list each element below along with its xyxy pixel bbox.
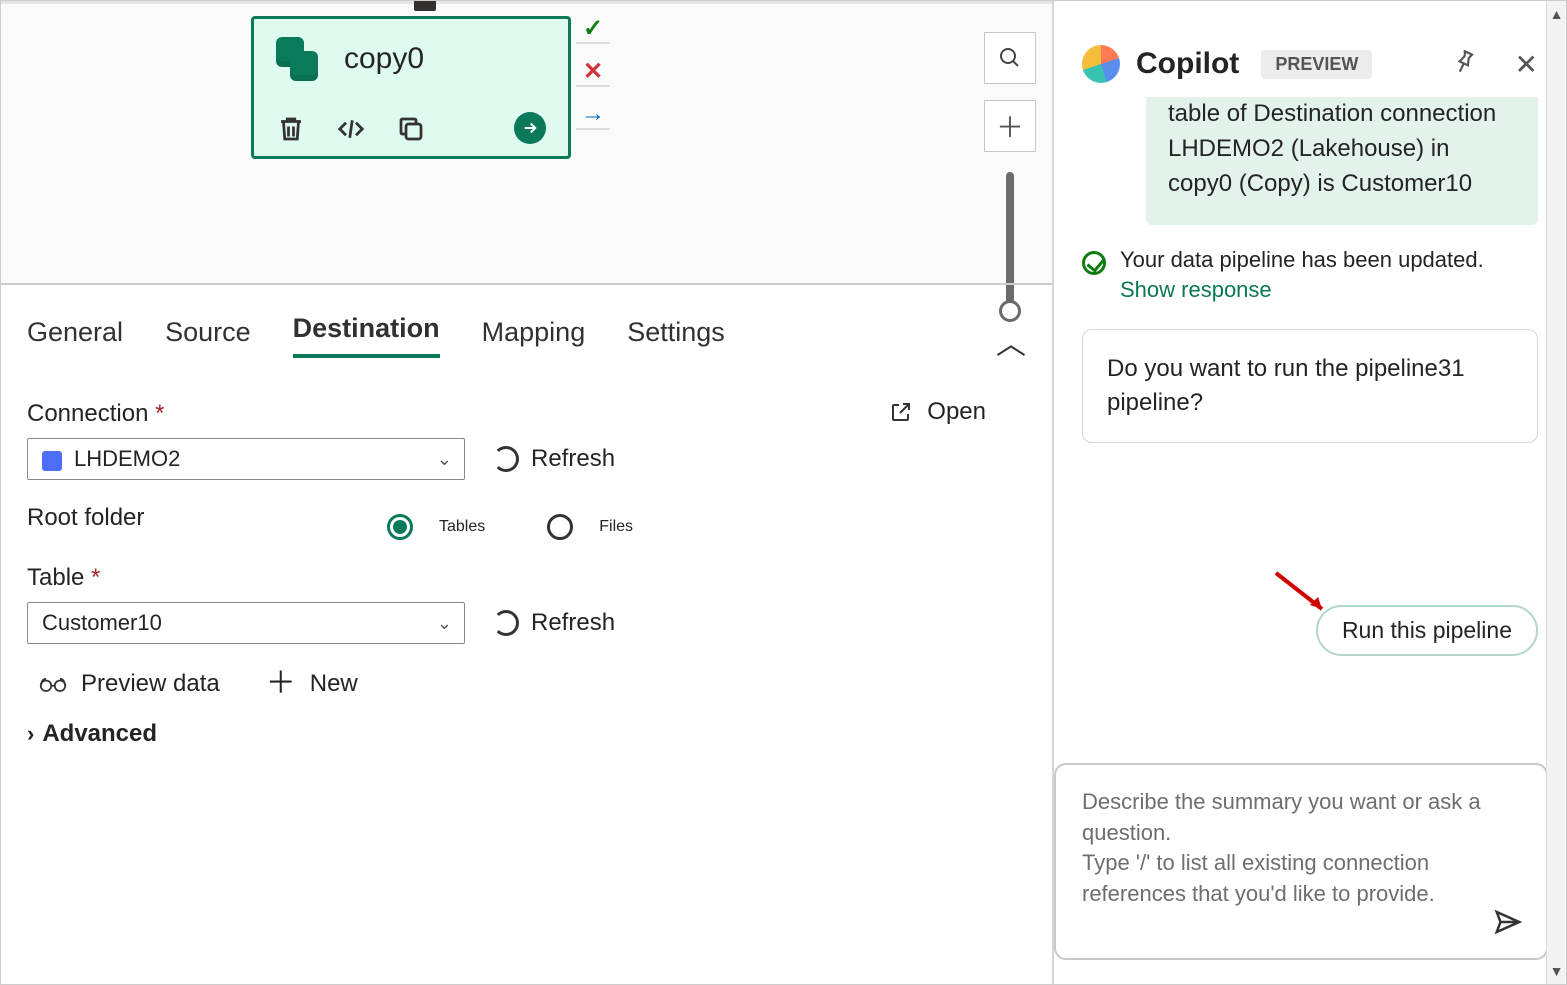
copilot-input[interactable]: Describe the summary you want or ask a q… (1054, 763, 1548, 960)
status-skip-icon[interactable]: → (576, 100, 610, 130)
connection-refresh-link[interactable]: Refresh (493, 445, 615, 473)
status-fail-icon[interactable]: ✕ (576, 57, 610, 87)
search-icon[interactable] (984, 32, 1036, 84)
add-activity-button[interactable]: ＋ (984, 100, 1036, 152)
run-pipeline-button[interactable]: Run this pipeline (1316, 605, 1538, 656)
preview-data-link[interactable]: Preview data (39, 670, 220, 698)
pin-icon[interactable] (1451, 48, 1477, 81)
advanced-toggle[interactable]: › Advanced (27, 720, 1026, 748)
tab-mapping[interactable]: Mapping (482, 317, 586, 358)
refresh-icon (493, 446, 519, 472)
activity-title: copy0 (344, 42, 424, 76)
copilot-response-block: table of Destination connection LHDEMO2 … (1146, 97, 1538, 225)
copy-activity-card[interactable]: copy0 (251, 16, 571, 159)
show-response-link[interactable]: Show response (1120, 277, 1484, 303)
new-table-link[interactable]: ＋ New (266, 670, 358, 698)
connection-select[interactable]: LHDEMO2 ⌄ (27, 438, 465, 480)
copilot-input-placeholder: Describe the summary you want or ask a q… (1082, 789, 1481, 906)
table-select[interactable]: Customer10 ⌄ (27, 602, 465, 644)
chevron-right-icon: › (27, 721, 34, 747)
pipeline-canvas[interactable]: copy0 ✓ ✕ → ＋ (1, 1, 1052, 283)
chevron-down-icon: ⌄ (437, 449, 452, 470)
delete-icon[interactable] (276, 114, 306, 144)
refresh-icon (493, 610, 519, 636)
lakehouse-icon (42, 451, 62, 471)
close-icon[interactable]: ✕ (1515, 48, 1538, 81)
open-connection-link[interactable]: Open (889, 398, 986, 426)
collapse-pane-icon[interactable]: ︿ (996, 319, 1026, 363)
status-success-icon[interactable]: ✓ (576, 14, 610, 44)
table-label: Table * (27, 564, 1026, 592)
connection-label: Connection * (27, 400, 1026, 428)
table-refresh-link[interactable]: Refresh (493, 609, 615, 637)
database-icon (276, 37, 320, 81)
activity-status-rail: ✓ ✕ → (576, 14, 610, 130)
root-folder-files-radio[interactable] (547, 514, 573, 540)
root-folder-files-label: Files (599, 518, 633, 536)
plus-icon: ＋ (266, 675, 296, 693)
tab-general[interactable]: General (27, 317, 123, 358)
preview-badge: PREVIEW (1261, 50, 1372, 79)
pipeline-updated-status: Your data pipeline has been updated. (1120, 247, 1484, 273)
open-external-icon (889, 400, 913, 424)
window-scrollbar[interactable]: ▲ ▼ (1546, 1, 1566, 984)
code-icon[interactable] (336, 114, 366, 144)
copilot-logo-icon (1082, 45, 1120, 83)
run-activity-icon[interactable] (514, 112, 546, 144)
copy-icon[interactable] (396, 114, 426, 144)
scroll-up-icon[interactable]: ▲ (1547, 3, 1566, 25)
tab-destination[interactable]: Destination (293, 313, 440, 358)
root-folder-tables-radio[interactable] (387, 514, 413, 540)
tab-source[interactable]: Source (165, 317, 251, 358)
root-folder-tables-label: Tables (439, 518, 485, 536)
copilot-title: Copilot (1136, 47, 1239, 81)
copilot-question-card: Do you want to run the pipeline31 pipeli… (1082, 329, 1538, 442)
scroll-down-icon[interactable]: ▼ (1547, 960, 1566, 982)
chevron-down-icon: ⌄ (437, 613, 452, 634)
glasses-icon (39, 672, 67, 696)
success-check-icon (1082, 251, 1106, 275)
property-tabs: General Source Destination Mapping Setti… (27, 285, 1026, 376)
tab-settings[interactable]: Settings (627, 317, 725, 358)
send-icon[interactable] (1490, 904, 1526, 940)
